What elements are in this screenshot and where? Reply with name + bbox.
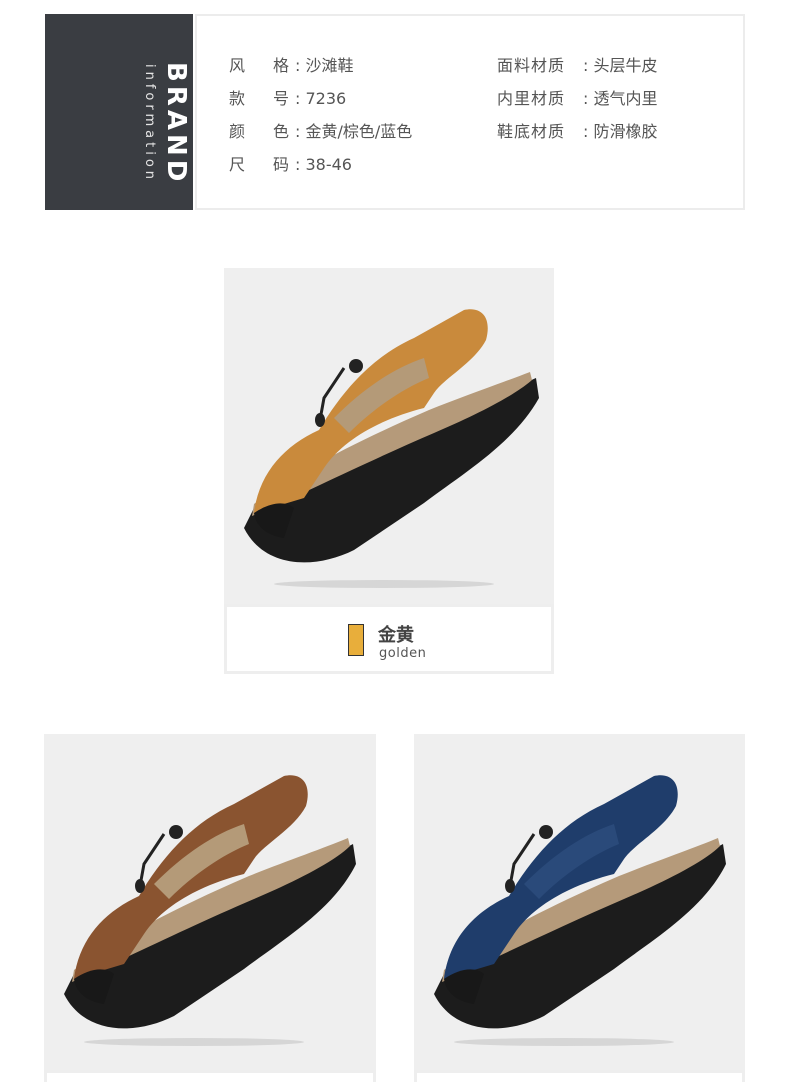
sandal-blue-illustration: [434, 775, 726, 1046]
color-name-en: golden: [379, 646, 427, 661]
brand-panel: BRAND information: [45, 14, 193, 210]
spec-lining-material: 内里材质: 透气内里: [497, 89, 658, 108]
spec-size-value: 38-46: [305, 155, 352, 174]
color-name-cn: 金黄: [378, 625, 414, 646]
spec-lining-material-value: 透气内里: [593, 89, 658, 108]
brand-subtitle: information: [142, 64, 157, 184]
spec-sole-material-value: 防滑橡胶: [593, 122, 658, 141]
spec-style: 风格: 沙滩鞋: [229, 56, 354, 75]
color-label-blue: [414, 1070, 745, 1082]
spec-upper-material-value: 头层牛皮: [593, 56, 658, 75]
spec-size: 尺码: 38-46: [229, 155, 352, 174]
color-swatch-golden: [348, 624, 364, 656]
spec-color: 颜色: 金黄/棕色/蓝色: [229, 122, 413, 141]
product-image-brown[interactable]: [44, 734, 376, 1081]
spec-upper-material: 面料材质: 头层牛皮: [497, 56, 658, 75]
spec-sole-material: 鞋底材质: 防滑橡胶: [497, 122, 658, 141]
spec-model: 款号: 7236: [229, 89, 347, 108]
brand-title: BRAND: [161, 62, 191, 186]
product-image-blue[interactable]: [414, 734, 745, 1081]
product-image-golden[interactable]: [224, 268, 554, 606]
product-spec-panel: 风格: 沙滩鞋 款号: 7236 颜色: 金黄/棕色/蓝色 尺码: 38-46 …: [195, 14, 745, 210]
sandal-brown-illustration: [64, 775, 356, 1046]
color-label-golden: 金黄 golden: [224, 604, 554, 674]
spec-style-value: 沙滩鞋: [305, 56, 354, 75]
sandal-golden-illustration: [244, 309, 539, 588]
spec-model-value: 7236: [305, 89, 347, 108]
color-label-brown: [44, 1070, 376, 1082]
spec-color-value: 金黄/棕色/蓝色: [305, 122, 413, 141]
